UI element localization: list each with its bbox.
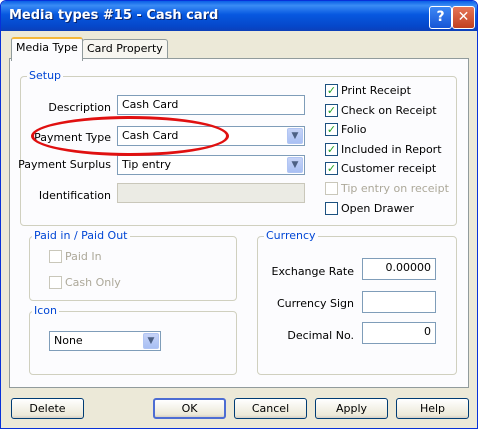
check-icon: ✓ — [326, 162, 337, 175]
paid-group: Paid in / Paid Out — [29, 229, 237, 301]
decimal-no-value: 0 — [424, 325, 431, 338]
cancel-button[interactable]: Cancel — [234, 398, 307, 419]
decimal-no-label: Decimal No. — [287, 329, 354, 342]
paid-in-checkbox[interactable] — [49, 250, 62, 263]
close-title-button[interactable]: ✕ — [452, 6, 475, 29]
included-in-report-checkbox[interactable]: ✓ — [325, 143, 338, 156]
print-receipt-label: Print Receipt — [341, 84, 411, 97]
apply-button[interactable]: Apply — [315, 398, 388, 419]
description-value: Cash Card — [122, 98, 179, 111]
icon-select[interactable]: None ▼ — [49, 331, 161, 351]
currency-sign-label: Currency Sign — [276, 297, 354, 310]
check-icon: ✓ — [326, 104, 337, 117]
currency-legend: Currency — [264, 229, 318, 242]
payment-surplus-label: Payment Surplus — [18, 158, 111, 171]
description-field[interactable]: Cash Card — [117, 95, 305, 115]
check-icon: ✓ — [326, 143, 337, 156]
question-icon: ? — [436, 9, 445, 25]
cash-only-checkbox[interactable] — [49, 276, 62, 289]
check-on-receipt-checkbox[interactable]: ✓ — [325, 104, 338, 117]
included-in-report-label: Included in Report — [341, 143, 442, 156]
payment-surplus-value: Tip entry — [122, 158, 172, 171]
check-icon: ✓ — [326, 84, 337, 97]
chevron-down-icon[interactable]: ▼ — [287, 128, 303, 144]
identification-field[interactable] — [117, 183, 305, 203]
cash-only-label: Cash Only — [65, 276, 121, 289]
title-bar[interactable]: Media types #15 - Cash card ? ✕ — [1, 1, 477, 31]
tab-media-type[interactable]: Media Type — [11, 37, 83, 61]
window-title: Media types #15 - Cash card — [9, 8, 219, 23]
help-title-button[interactable]: ? — [429, 6, 452, 29]
setup-legend: Setup — [27, 69, 64, 82]
open-drawer-checkbox[interactable] — [325, 202, 338, 215]
close-icon: ✕ — [457, 9, 470, 25]
tab-card-property[interactable]: Card Property — [82, 39, 168, 59]
print-receipt-checkbox[interactable]: ✓ — [325, 84, 338, 97]
paid-in-label: Paid In — [65, 250, 102, 263]
icon-value: None — [54, 334, 83, 347]
tip-entry-on-receipt-checkbox[interactable] — [325, 182, 338, 195]
chevron-down-icon[interactable]: ▼ — [143, 333, 159, 349]
check-on-receipt-label: Check on Receipt — [341, 104, 437, 117]
delete-button[interactable]: Delete — [11, 398, 84, 419]
icon-legend: Icon — [32, 304, 59, 317]
folio-label: Folio — [341, 123, 367, 136]
payment-surplus-select[interactable]: Tip entry ▼ — [117, 155, 305, 175]
currency-sign-field[interactable] — [362, 291, 436, 313]
decimal-no-field[interactable]: 0 — [362, 322, 436, 344]
exchange-rate-label: Exchange Rate — [271, 265, 354, 278]
customer-receipt-label: Customer receipt — [341, 162, 437, 175]
folio-checkbox[interactable]: ✓ — [325, 123, 338, 136]
paid-legend: Paid in / Paid Out — [32, 229, 130, 242]
customer-receipt-checkbox[interactable]: ✓ — [325, 162, 338, 175]
check-icon: ✓ — [326, 123, 337, 136]
open-drawer-label: Open Drawer — [341, 202, 414, 215]
ok-button[interactable]: OK — [153, 398, 226, 419]
identification-label: Identification — [38, 189, 111, 202]
exchange-rate-value: 0.00000 — [385, 261, 432, 274]
chevron-down-icon[interactable]: ▼ — [287, 157, 303, 173]
dialog-window: Media types #15 - Cash card ? ✕ Media Ty… — [0, 0, 478, 429]
help-button[interactable]: Help — [396, 398, 469, 419]
description-label: Description — [48, 101, 111, 114]
exchange-rate-field[interactable]: 0.00000 — [362, 258, 436, 280]
highlight-ellipse — [31, 116, 229, 156]
tip-entry-on-receipt-label: Tip entry on receipt — [341, 182, 449, 195]
